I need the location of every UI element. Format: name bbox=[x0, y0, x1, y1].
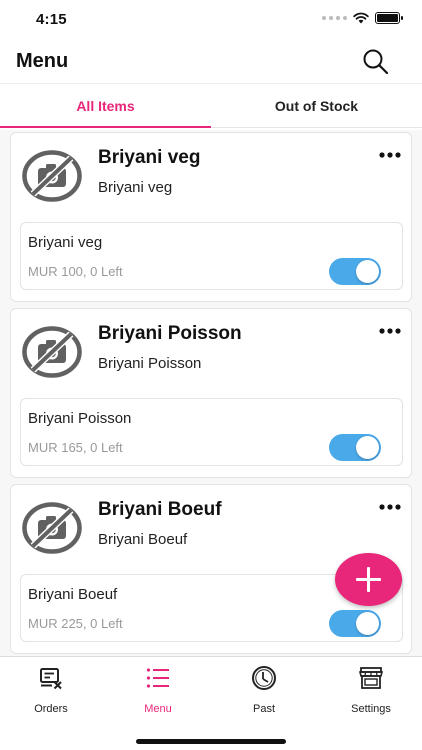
more-options-icon[interactable] bbox=[378, 327, 402, 335]
clock-icon bbox=[252, 666, 276, 690]
app-header: Menu bbox=[0, 44, 422, 84]
item-title: Briyani Poisson bbox=[98, 323, 242, 344]
variant-name: Briyani veg bbox=[28, 234, 103, 251]
wifi-icon bbox=[353, 12, 369, 24]
variant-name: Briyani Poisson bbox=[28, 410, 132, 427]
bottom-nav: Orders Menu Past Settings bbox=[0, 656, 422, 750]
status-time: 4:15 bbox=[36, 11, 67, 28]
status-bar: 4:15 bbox=[0, 0, 422, 44]
menu-item-card[interactable]: Briyani Poisson Briyani Poisson Briyani … bbox=[10, 308, 412, 478]
nav-label: Menu bbox=[144, 703, 172, 715]
signal-icon bbox=[322, 16, 347, 20]
home-indicator[interactable] bbox=[136, 739, 286, 744]
nav-label: Settings bbox=[351, 703, 391, 715]
tab-all-items[interactable]: All Items bbox=[0, 84, 211, 128]
toggle-knob bbox=[356, 436, 379, 459]
menu-list-icon bbox=[146, 668, 169, 688]
toggle-knob bbox=[356, 612, 379, 635]
variant-price-stock: MUR 225, 0 Left bbox=[28, 616, 123, 631]
no-photo-icon bbox=[22, 326, 82, 378]
tab-bar: All Items Out of Stock bbox=[0, 84, 422, 128]
nav-label: Past bbox=[252, 703, 275, 715]
orders-icon bbox=[40, 668, 62, 690]
item-subtitle: Briyani Poisson bbox=[98, 355, 202, 372]
nav-menu[interactable]: Menu bbox=[113, 665, 203, 717]
nav-past[interactable]: Past bbox=[219, 665, 309, 717]
toggle-knob bbox=[356, 260, 379, 283]
tab-out-of-stock[interactable]: Out of Stock bbox=[211, 84, 422, 127]
item-variant: Briyani Poisson MUR 165, 0 Left bbox=[20, 398, 403, 466]
nav-settings[interactable]: Settings bbox=[326, 665, 416, 717]
variant-name: Briyani Boeuf bbox=[28, 586, 118, 603]
menu-item-card[interactable]: Briyani veg Briyani veg Briyani veg MUR … bbox=[10, 132, 412, 302]
availability-toggle[interactable] bbox=[329, 258, 381, 285]
store-icon bbox=[358, 667, 384, 689]
search-icon[interactable] bbox=[360, 46, 392, 78]
status-icons bbox=[322, 12, 403, 24]
variant-price-stock: MUR 100, 0 Left bbox=[28, 264, 123, 279]
variant-price-stock: MUR 165, 0 Left bbox=[28, 440, 123, 455]
battery-icon bbox=[375, 12, 403, 24]
item-title: Briyani Boeuf bbox=[98, 499, 222, 520]
item-variant: Briyani veg MUR 100, 0 Left bbox=[20, 222, 403, 290]
add-item-button[interactable] bbox=[335, 553, 402, 606]
more-options-icon[interactable] bbox=[378, 503, 402, 511]
item-subtitle: Briyani veg bbox=[98, 179, 173, 196]
page-title: Menu bbox=[16, 50, 69, 72]
more-options-icon[interactable] bbox=[378, 151, 402, 159]
nav-label: Orders bbox=[34, 703, 68, 715]
no-photo-icon bbox=[22, 150, 82, 202]
item-subtitle: Briyani Boeuf bbox=[98, 531, 188, 548]
nav-orders[interactable]: Orders bbox=[6, 665, 96, 717]
item-title: Briyani veg bbox=[98, 147, 201, 168]
availability-toggle[interactable] bbox=[329, 610, 381, 637]
no-photo-icon bbox=[22, 502, 82, 554]
availability-toggle[interactable] bbox=[329, 434, 381, 461]
